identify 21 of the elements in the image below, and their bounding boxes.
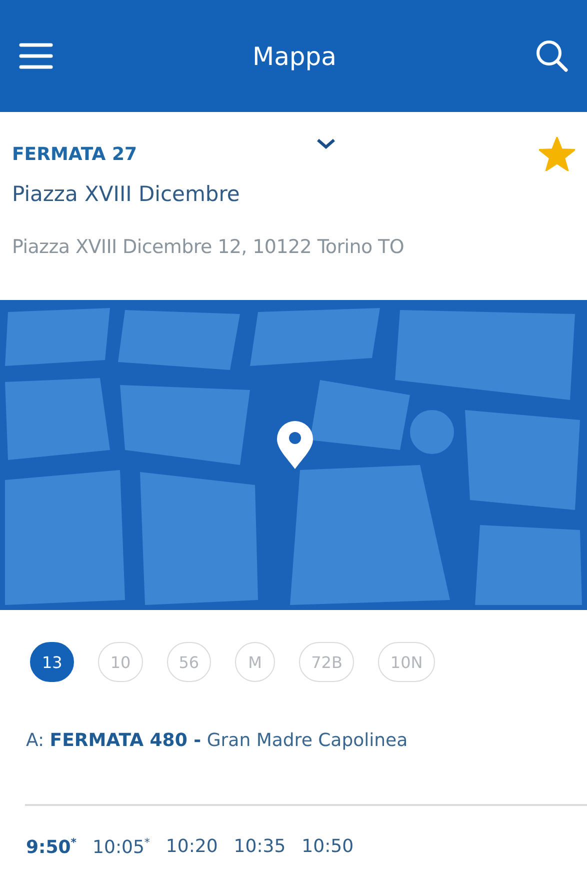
departure-time: 10:35 [234,836,286,858]
destination-text: A: FERMATA 480 - Gran Madre Capolinea [25,729,409,753]
line-chip[interactable]: 10 [98,642,143,682]
line-chip[interactable]: M [235,642,276,682]
search-icon[interactable] [534,39,569,73]
line-chip[interactable]: 10N [378,642,435,682]
stop-code: FERMATA 27 [12,144,138,164]
star-icon[interactable] [539,137,575,171]
departure-time: 10:20 [166,836,218,858]
stop-name: Piazza XVIII Dicembre [12,182,241,206]
line-chip[interactable]: 72B [299,642,354,682]
departure-time: 10:05$^{*}$ [92,836,150,858]
menu-icon[interactable] [18,42,54,70]
map-pin-icon [275,420,315,470]
line-chip[interactable]: 13 [30,642,74,682]
chevron-icon[interactable] [316,138,336,150]
departure-time: 10:50 [302,836,354,858]
line-chip[interactable]: 56 [166,642,212,682]
stop-address: Piazza XVIII Dicembre 12, 10122 Torino TO [12,236,405,258]
departure-time: 9:50$^{*}$ [26,836,77,858]
screen-title: Mappa [252,42,336,70]
